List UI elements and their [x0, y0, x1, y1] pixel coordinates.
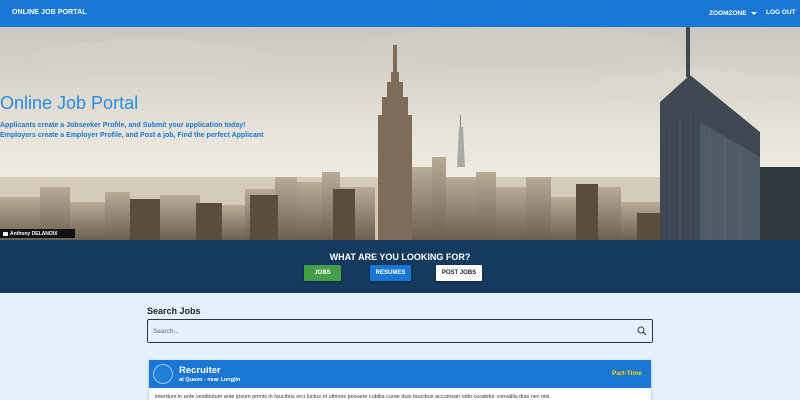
looking-for-title: WHAT ARE YOU LOOKING FOR?: [329, 252, 471, 262]
post-jobs-button[interactable]: POST JOBS: [436, 265, 482, 281]
jobs-button[interactable]: JOBS: [304, 265, 341, 281]
search-icon[interactable]: [637, 326, 647, 336]
top-navbar: ONLINE JOB PORTAL ZOOMZONE LOG OUT: [0, 0, 800, 27]
user-menu-label: ZOOMZONE: [709, 10, 747, 17]
photo-credit-label: Anthony DELANOIX: [10, 230, 58, 237]
job-type-badge: Part-Time: [612, 370, 642, 377]
resumes-button[interactable]: RESUMES: [370, 265, 411, 281]
hero-banner: Online Job Portal Applicants create a Jo…: [0, 27, 800, 240]
search-input[interactable]: [153, 326, 623, 336]
job-company: at Quaxo - near Longjin: [179, 377, 241, 383]
search-jobs-heading: Search Jobs: [147, 306, 201, 316]
looking-for-section: WHAT ARE YOU LOOKING FOR? JOBS RESUMES P…: [0, 240, 800, 293]
company-logo-avatar: [153, 364, 173, 384]
job-card[interactable]: Recruiter at Quaxo - near Longjin Part-T…: [149, 360, 651, 400]
user-menu-dropdown[interactable]: ZOOMZONE: [709, 10, 757, 17]
job-description: interdum in ante vestibulum ante ipsum p…: [155, 394, 550, 400]
hero-title: Online Job Portal: [0, 93, 139, 113]
job-title[interactable]: Recruiter: [179, 365, 221, 376]
hero-subtitle-employers: Employers create a Employer Profile, and…: [0, 132, 264, 139]
camera-icon: [3, 231, 8, 236]
search-box: [147, 319, 653, 343]
hero-subtitle-applicants: Applicants create a Jobseeker Profile, a…: [0, 122, 246, 129]
logout-link[interactable]: LOG OUT: [766, 9, 796, 16]
photo-credit[interactable]: Anthony DELANOIX: [0, 229, 75, 238]
job-card-header: Recruiter at Quaxo - near Longjin Part-T…: [149, 360, 651, 388]
brand-link[interactable]: ONLINE JOB PORTAL: [12, 9, 87, 16]
caret-down-icon: [750, 12, 757, 15]
